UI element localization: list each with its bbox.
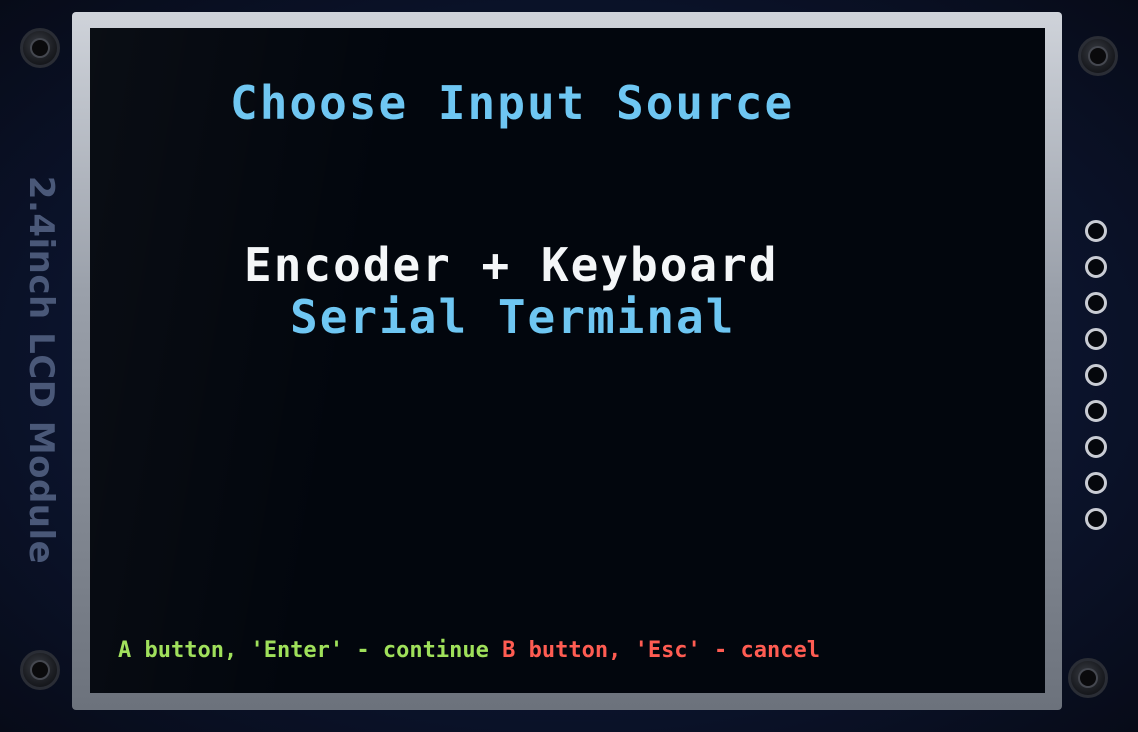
lcd-module-board: 2.4inch LCD Module Choose Input Source E… [0, 0, 1138, 732]
module-label: 2.4inch LCD Module [21, 175, 61, 565]
header-pin [1085, 436, 1107, 458]
lcd-screen: Choose Input Source Encoder + Keyboard S… [90, 28, 1045, 693]
mount-hole-bottom-left [20, 650, 60, 690]
footer-hints: A button, 'Enter' - continue B button, '… [118, 638, 820, 663]
mount-hole-bottom-right [1068, 658, 1108, 698]
cancel-hint: B button, 'Esc' - cancel [502, 638, 821, 663]
menu-option-encoder-keyboard[interactable]: Encoder + Keyboard [244, 238, 779, 292]
header-pin [1085, 220, 1107, 242]
mount-hole-top-right [1078, 36, 1118, 76]
continue-hint: A button, 'Enter' - continue [118, 638, 489, 663]
header-pin [1085, 256, 1107, 278]
menu-option-serial-terminal[interactable]: Serial Terminal [290, 290, 735, 344]
header-pin [1085, 508, 1107, 530]
header-pin [1085, 364, 1107, 386]
header-pin [1085, 400, 1107, 422]
header-pin [1085, 472, 1107, 494]
header-pin [1085, 328, 1107, 350]
mount-hole-top-left [20, 28, 60, 68]
page-title: Choose Input Source [230, 76, 795, 130]
header-pin [1085, 292, 1107, 314]
